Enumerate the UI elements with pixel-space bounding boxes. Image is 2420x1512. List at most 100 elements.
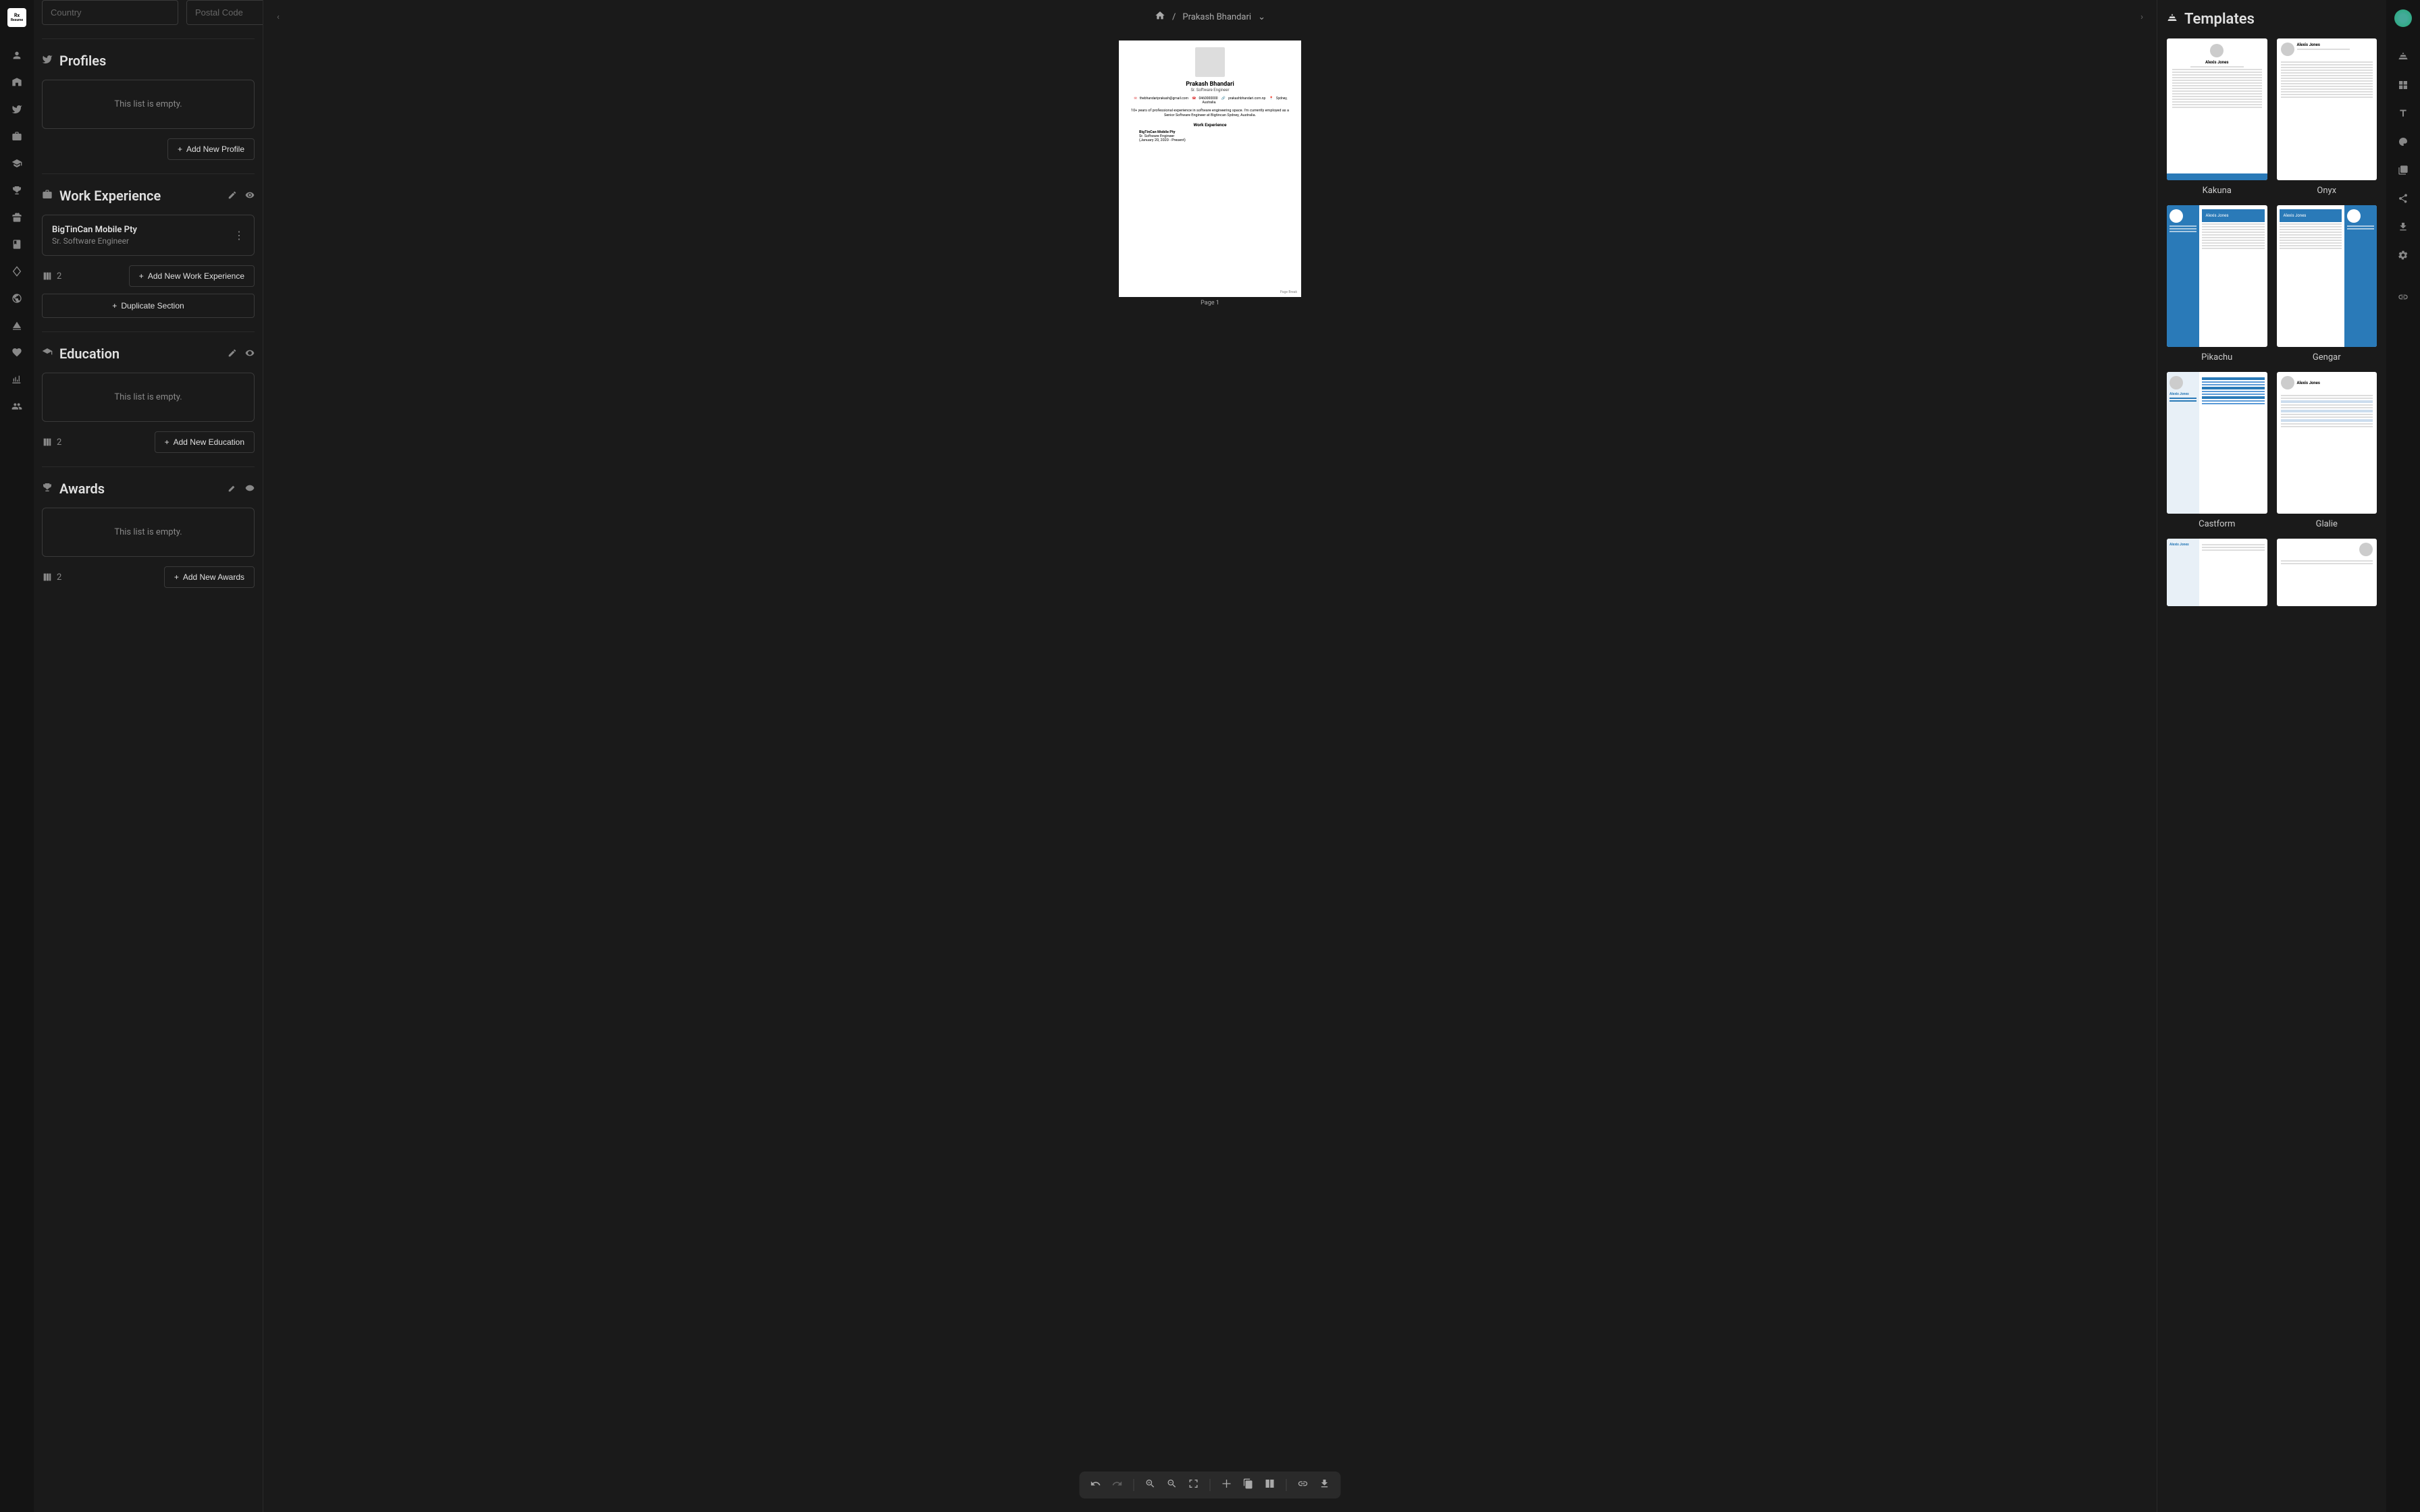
divider <box>42 38 255 39</box>
columns-control[interactable]: 2 <box>42 572 61 583</box>
duplicate-label: Duplicate Section <box>121 301 184 310</box>
download-icon[interactable] <box>1319 1478 1330 1492</box>
work-item-role: Sr. Software Engineer <box>52 236 137 246</box>
template-onyx[interactable]: Alexis Jones Onyx <box>2277 38 2377 196</box>
nav-publications-icon[interactable] <box>5 232 29 256</box>
chevron-down-icon[interactable]: ⌄ <box>1258 12 1265 22</box>
typography-rail-icon[interactable] <box>2391 101 2415 126</box>
templates-rail-icon[interactable] <box>2391 45 2415 69</box>
sharing-rail-icon[interactable] <box>2391 186 2415 211</box>
profiles-empty: This list is empty. <box>42 80 255 129</box>
resume-email: thebhandariprakash@gmail.com <box>1140 97 1188 101</box>
templates-icon <box>2167 13 2178 26</box>
nav-interests-icon[interactable] <box>5 313 29 338</box>
right-panel: Templates Alexis Jones Kakuna Alexis Jon… <box>2157 0 2386 1512</box>
home-icon[interactable] <box>1155 10 1165 24</box>
copy-icon[interactable] <box>1243 1478 1254 1492</box>
nav-location-icon[interactable] <box>5 70 29 94</box>
education-title: Education <box>59 346 221 362</box>
template-extra-2[interactable] <box>2277 539 2377 606</box>
edit-icon[interactable] <box>228 348 237 360</box>
center-icon[interactable] <box>1221 1478 1232 1492</box>
layout-rail-icon[interactable] <box>2391 73 2415 97</box>
work-title: Work Experience <box>59 188 221 204</box>
resume-contacts: ✉thebhandariprakash@gmail.com ☎046000000… <box>1126 97 1294 105</box>
edit-icon[interactable] <box>228 190 237 202</box>
fit-screen-icon[interactable] <box>1188 1478 1199 1492</box>
visibility-icon[interactable] <box>245 483 255 495</box>
template-gengar[interactable]: Alexis Jones Gengar <box>2277 205 2377 362</box>
nav-awards-icon[interactable] <box>5 178 29 202</box>
add-education-label: Add New Education <box>174 437 244 447</box>
breadcrumb-name[interactable]: Prakash Bhandari <box>1182 12 1251 22</box>
add-work-button[interactable]: +Add New Work Experience <box>129 265 255 287</box>
work-item[interactable]: BigTinCan Mobile Pty Sr. Software Engine… <box>42 215 255 256</box>
postal-code-input[interactable] <box>186 0 263 25</box>
undo-icon[interactable] <box>1090 1478 1101 1492</box>
template-name: Glalie <box>2277 519 2377 529</box>
layout-icon[interactable] <box>1265 1478 1275 1492</box>
resume-website: prakashbhandari.com.np <box>1228 97 1265 101</box>
app-logo[interactable]: Rx Resume <box>7 8 26 27</box>
logo-text-bottom: Resume <box>11 18 23 22</box>
template-kakuna[interactable]: Alexis Jones Kakuna <box>2167 38 2267 196</box>
nav-languages-icon[interactable] <box>5 286 29 310</box>
export-rail-icon[interactable] <box>2391 215 2415 239</box>
nav-certifications-icon[interactable] <box>5 205 29 230</box>
canvas-viewport[interactable]: Prakash Bhandari Sr. Software Engineer ✉… <box>263 34 2157 1512</box>
toolbar-separator <box>1286 1479 1287 1491</box>
visibility-icon[interactable] <box>245 190 255 202</box>
left-icon-rail: Rx Resume <box>0 0 34 1512</box>
columns-count: 2 <box>57 271 61 281</box>
zoom-in-icon[interactable] <box>1145 1478 1156 1492</box>
template-name: Pikachu <box>2167 352 2267 362</box>
template-glalie[interactable]: Alexis Jones Glalie <box>2277 372 2377 529</box>
left-edit-panel: Profiles This list is empty. +Add New Pr… <box>34 0 263 1512</box>
link-icon[interactable] <box>1298 1478 1309 1492</box>
user-avatar[interactable] <box>2394 9 2412 27</box>
duplicate-section-button[interactable]: +Duplicate Section <box>42 294 255 318</box>
toolbar-separator <box>1210 1479 1211 1491</box>
css-rail-icon[interactable] <box>2391 158 2415 182</box>
nav-profiles-icon[interactable] <box>5 97 29 122</box>
profiles-title: Profiles <box>59 53 255 69</box>
page-break-label: Page Break <box>1280 290 1297 294</box>
nav-education-icon[interactable] <box>5 151 29 176</box>
prev-arrow-icon[interactable]: ‹ <box>277 12 280 22</box>
template-pikachu[interactable]: Alexis Jones Pikachu <box>2167 205 2267 362</box>
logo-text-top: Rx <box>14 13 20 18</box>
nav-volunteer-icon[interactable] <box>5 340 29 364</box>
kebab-menu-icon[interactable]: ⋮ <box>234 229 244 242</box>
next-arrow-icon[interactable]: › <box>2140 12 2143 22</box>
resume-name: Prakash Bhandari <box>1126 81 1294 88</box>
columns-control[interactable]: 2 <box>42 437 61 448</box>
columns-control[interactable]: 2 <box>42 271 61 281</box>
add-education-button[interactable]: +Add New Education <box>155 431 255 453</box>
link-rail-icon[interactable] <box>2391 285 2415 309</box>
bottom-toolbar <box>1080 1472 1341 1498</box>
visibility-icon[interactable] <box>245 348 255 360</box>
add-profile-button[interactable]: +Add New Profile <box>167 138 255 160</box>
add-profile-label: Add New Profile <box>186 144 244 154</box>
add-awards-button[interactable]: +Add New Awards <box>164 566 255 588</box>
nav-references-icon[interactable] <box>5 394 29 418</box>
resume-role: Sr. Software Engineer <box>1126 88 1294 92</box>
zoom-out-icon[interactable] <box>1167 1478 1178 1492</box>
columns-count: 2 <box>57 572 61 583</box>
nav-work-icon[interactable] <box>5 124 29 148</box>
template-extra[interactable]: Alexis Jones <box>2167 539 2267 606</box>
redo-icon[interactable] <box>1112 1478 1123 1492</box>
templates-title: Templates <box>2184 11 2255 28</box>
add-work-label: Add New Work Experience <box>148 271 244 281</box>
right-icon-rail <box>2386 0 2420 1512</box>
settings-rail-icon[interactable] <box>2391 243 2415 267</box>
template-castform[interactable]: Alexis Jones Castform <box>2167 372 2267 529</box>
nav-skills-icon[interactable] <box>5 259 29 284</box>
nav-basics-icon[interactable] <box>5 43 29 68</box>
template-name: Castform <box>2167 519 2267 529</box>
nav-projects-icon[interactable] <box>5 367 29 392</box>
trophy-icon <box>42 482 53 495</box>
country-input[interactable] <box>42 0 178 25</box>
theme-rail-icon[interactable] <box>2391 130 2415 154</box>
edit-icon[interactable] <box>228 483 237 495</box>
